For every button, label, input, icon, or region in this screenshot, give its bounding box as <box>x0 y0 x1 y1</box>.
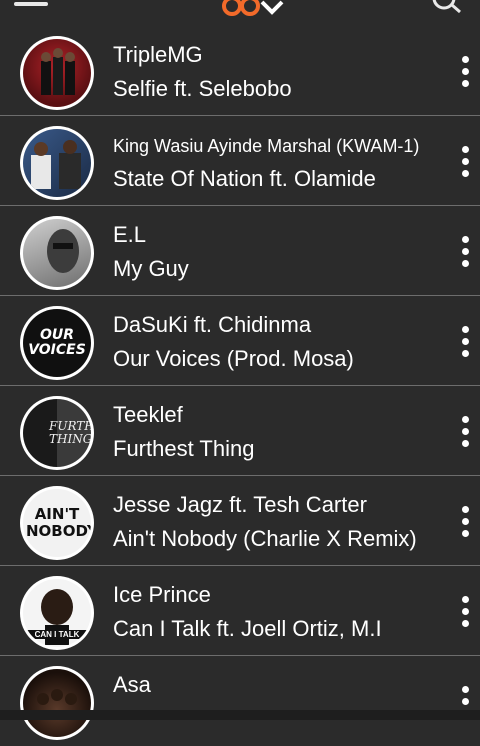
more-options-icon[interactable] <box>460 236 470 270</box>
song-artist: TripleMG <box>113 42 203 67</box>
album-art: AIN'T NOBODY <box>20 486 94 560</box>
song-artist: E.L <box>113 222 147 247</box>
song-row[interactable]: King Wasiu Ayinde Marshal (KWAM-1) State… <box>0 116 480 206</box>
song-row[interactable]: Asa <box>0 656 480 746</box>
album-art <box>20 216 94 290</box>
more-options-icon[interactable] <box>460 56 470 90</box>
menu-icon[interactable] <box>14 2 48 6</box>
song-row[interactable]: TripleMG Selfie ft. Selebobo <box>0 26 480 116</box>
album-art-text: FURTHEST THING <box>49 419 91 446</box>
album-art-text: OUR VOICES <box>28 327 86 358</box>
song-row[interactable]: E.L My Guy <box>0 206 480 296</box>
song-artist: DaSuKi ft. Chidinma <box>113 312 312 337</box>
song-artist: King Wasiu Ayinde Marshal (KWAM-1) <box>113 136 420 156</box>
song-list: TripleMG Selfie ft. Selebobo King Wasiu … <box>0 26 480 746</box>
album-art <box>20 666 94 740</box>
more-options-icon[interactable] <box>460 506 470 540</box>
song-title: My Guy <box>113 256 189 281</box>
song-title: Ain't Nobody (Charlie X Remix) <box>113 526 417 551</box>
album-art: OUR VOICES <box>20 306 94 380</box>
album-art-text: CAN I TALK <box>23 630 91 639</box>
album-art <box>20 126 94 200</box>
song-artist: Jesse Jagz ft. Tesh Carter <box>113 492 367 517</box>
song-row[interactable]: CAN I TALK Ice Prince Can I Talk ft. Joe… <box>0 566 480 656</box>
song-row[interactable]: OUR VOICES DaSuKi ft. Chidinma Our Voice… <box>0 296 480 386</box>
song-row[interactable]: AIN'T NOBODY Jesse Jagz ft. Tesh Carter … <box>0 476 480 566</box>
song-title: State Of Nation ft. Olamide <box>113 166 376 191</box>
more-options-icon[interactable] <box>460 146 470 180</box>
more-options-icon[interactable] <box>460 326 470 360</box>
album-art <box>20 36 94 110</box>
album-art: CAN I TALK <box>20 576 94 650</box>
song-row[interactable]: FURTHEST THING Teeklef Furthest Thing <box>0 386 480 476</box>
top-bar <box>0 0 480 22</box>
song-artist: Teeklef <box>113 402 183 427</box>
album-art: FURTHEST THING <box>20 396 94 470</box>
song-title: Can I Talk ft. Joell Ortiz, M.I <box>113 616 382 641</box>
more-options-icon[interactable] <box>460 416 470 450</box>
song-title: Selfie ft. Selebobo <box>113 76 292 101</box>
bottom-bar <box>0 710 480 720</box>
song-title: Our Voices (Prod. Mosa) <box>113 346 354 371</box>
song-artist: Ice Prince <box>113 582 211 607</box>
song-artist: Asa <box>113 672 151 697</box>
more-options-icon[interactable] <box>460 596 470 630</box>
album-art-text: AIN'T NOBODY <box>26 505 91 540</box>
song-title: Furthest Thing <box>113 436 255 461</box>
search-icon[interactable] <box>428 0 464 16</box>
app-logo <box>222 0 284 16</box>
